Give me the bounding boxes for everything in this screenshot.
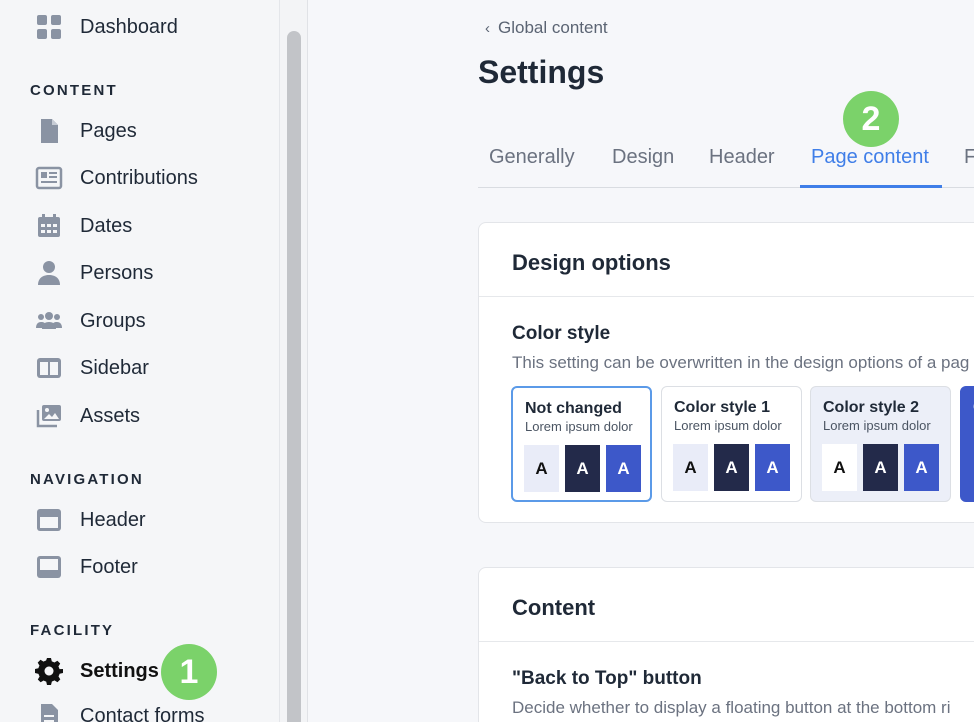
breadcrumb[interactable]: ‹ Global content [485,18,608,38]
sidebar-item-contact-forms[interactable]: Contact forms [0,694,270,722]
color-style-option-2[interactable]: Color style 2 Lorem ipsum dolor A A A [810,386,951,502]
sidebar-item-label: Contributions [80,166,198,189]
section-label-navigation: NAVIGATION [30,471,144,488]
form-icon [35,702,63,722]
field-title: "Back to Top" button [512,668,702,689]
swatch-subtitle: Lorem ipsum dolor [525,419,633,434]
content-card: Content "Back to Top" button Decide whet… [478,567,974,722]
page-title: Settings [478,54,605,90]
chip-white: A [822,444,857,491]
swatch-name: Color style 2 [823,399,920,416]
design-options-card: Design options Color style This setting … [478,222,974,523]
section-label-facility: FACILITY [30,622,115,639]
sidebar-item-label: Dashboard [80,15,178,38]
active-tab-indicator [800,185,942,188]
images-icon [35,402,63,430]
section-label-content: CONTENT [30,82,118,99]
tab-bar: Generally Design Header Page content F [478,138,974,188]
swatch-name: Not changed [525,400,622,417]
card-title: Content [512,595,596,620]
header-layout-icon [35,506,63,534]
sidebar-item-dates[interactable]: Dates [0,204,270,248]
sidebar-item-assets[interactable]: Assets [0,394,270,438]
chip-dark: A [714,444,749,491]
field-description: Decide whether to display a floating but… [512,698,951,717]
group-icon [35,307,63,335]
grid-icon [35,13,63,41]
chip-blue: A [755,444,790,491]
card-header: Design options [479,223,974,297]
sidebar-item-label: Footer [80,555,138,578]
sidebar-item-sidebar[interactable]: Sidebar [0,346,270,390]
swatch-subtitle: Lorem ipsum dolor [674,418,782,433]
swatch-name: Color style 1 [674,399,771,416]
chip-light: A [673,444,708,491]
field-description: This setting can be overwritten in the d… [512,353,970,372]
sidebar-item-label: Persons [80,261,154,284]
calendar-icon [35,212,63,240]
sidebar-item-label: Groups [80,309,146,332]
sidebar-item-label: Header [80,508,146,531]
card-title: Design options [512,250,671,275]
field-title: Color style [512,323,611,344]
sidebar-item-groups[interactable]: Groups [0,299,270,343]
tab-header[interactable]: Header [709,146,775,169]
tab-generally[interactable]: Generally [489,146,575,169]
sidebar-item-label: Settings [80,659,159,682]
sidebar-item-footer[interactable]: Footer [0,545,270,589]
chevron-left-icon: ‹ [485,19,490,37]
sidebar-item-header[interactable]: Header [0,498,270,542]
tab-design[interactable]: Design [612,146,674,169]
card-header: Content [479,568,974,642]
chip-blue: A [606,445,641,492]
color-style-option-not-changed[interactable]: Not changed Lorem ipsum dolor A A A [511,386,652,502]
color-style-option-1[interactable]: Color style 1 Lorem ipsum dolor A A A [661,386,802,502]
sidebar-item-pages[interactable]: Pages [0,109,270,153]
step-badge-one: 1 [161,644,217,700]
newspaper-icon [35,164,63,192]
sidebar-item-label: Contact forms [80,704,205,722]
chip-light: A [524,445,559,492]
sidebar-item-label: Assets [80,404,141,427]
chip-dark: A [565,445,600,492]
sidebar-item-persons[interactable]: Persons [0,251,270,295]
sidebar: Dashboard CONTENT Pages Contributions Da… [0,0,280,722]
sidebar-item-settings[interactable]: Settings [0,649,270,693]
sidebar-item-label: Dates [80,214,133,237]
sidebar-item-label: Sidebar [80,356,149,379]
step-badge-two: 2 [843,91,899,147]
sidebar-item-contributions[interactable]: Contributions [0,156,270,200]
gear-icon [35,657,63,685]
main-content: ‹ Global content Settings Generally Desi… [309,0,974,722]
page-icon [35,117,63,145]
sidebar-item-dashboard[interactable]: Dashboard [0,5,270,49]
footer-layout-icon [35,553,63,581]
swatch-subtitle: Lorem ipsum dolor [823,418,931,433]
chip-dark: A [863,444,898,491]
sidebar-scrollbar-thumb[interactable] [287,31,301,722]
sidebar-layout-icon [35,354,63,382]
chip-blue: A [904,444,939,491]
person-icon [35,259,63,287]
tab-page-content[interactable]: Page content [811,146,929,169]
tab-f[interactable]: F [964,146,974,169]
breadcrumb-label: Global content [498,18,608,37]
color-style-option-3[interactable]: C L [960,386,974,502]
sidebar-item-label: Pages [80,119,137,142]
